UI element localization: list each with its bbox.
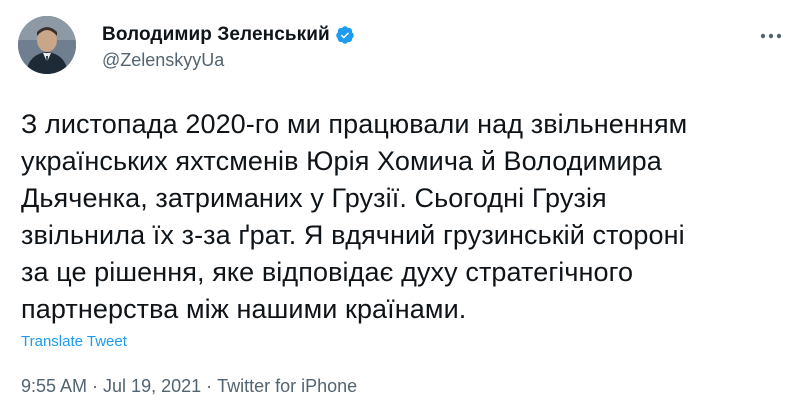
more-options-button[interactable] <box>756 26 786 46</box>
verified-badge-icon <box>335 25 355 45</box>
tweet-card: Володимир Зеленський @ZelenskyyUa З лист… <box>0 0 800 415</box>
meta-separator: · <box>92 376 99 396</box>
more-options-icon <box>760 33 782 39</box>
author-handle[interactable]: @ZelenskyyUa <box>102 50 224 71</box>
author-name-row: Володимир Зеленський <box>102 24 355 46</box>
tweet-source[interactable]: Twitter for iPhone <box>217 376 357 397</box>
avatar[interactable] <box>18 16 76 74</box>
translate-tweet-link[interactable]: Translate Tweet <box>21 333 127 350</box>
tweet-date[interactable]: Jul 19, 2021 <box>103 376 201 397</box>
author-display-name[interactable]: Володимир Зеленський <box>102 24 330 46</box>
tweet-text: З листопада 2020-го ми працювали над зві… <box>21 109 688 324</box>
tweet-time[interactable]: 9:55 AM <box>21 376 87 397</box>
meta-separator: · <box>206 376 213 396</box>
tweet-metadata: 9:55 AM · Jul 19, 2021 · Twitter for iPh… <box>21 376 357 397</box>
